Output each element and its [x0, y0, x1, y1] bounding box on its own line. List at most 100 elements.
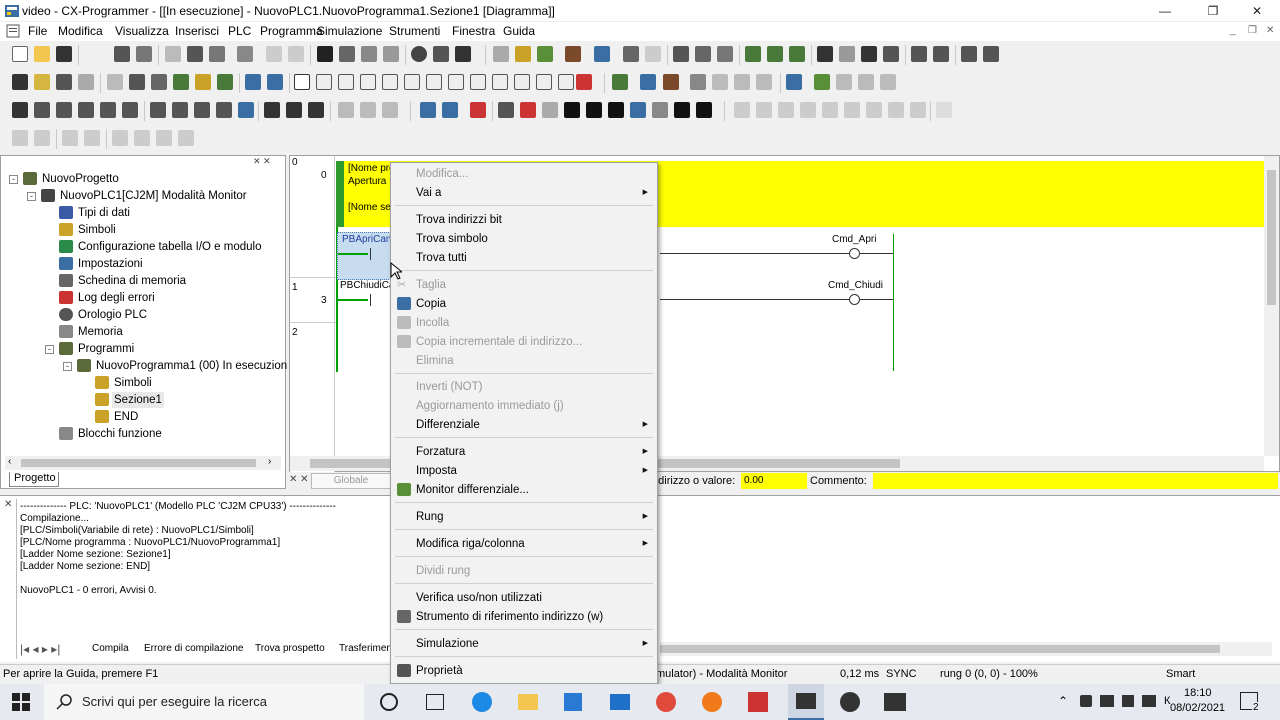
view-3-icon[interactable] [56, 102, 72, 118]
sim-step-icon[interactable] [608, 102, 624, 118]
firefox-icon[interactable] [702, 692, 722, 712]
output-tab-transfer[interactable]: Trasferimen [339, 643, 392, 654]
address-input[interactable]: 0.00 [741, 473, 807, 489]
menu-inserisci[interactable]: Inserisci [175, 24, 219, 38]
sim-tool-2-icon[interactable] [814, 74, 830, 90]
clipboard-icon[interactable] [237, 46, 253, 62]
menu-item-trova-indirizzi-bit[interactable]: Trova indirizzi bit [416, 212, 502, 228]
menu-item-trova-tutti[interactable]: Trova tutti [416, 250, 467, 266]
simulator-icon[interactable] [884, 693, 906, 711]
menu-file[interactable]: File [28, 24, 47, 38]
menu-item-vai-a[interactable]: Vai a ▶ [416, 185, 656, 201]
coil-icon[interactable] [448, 74, 464, 90]
menu-item-monitor-differenziale[interactable]: Monitor differenziale... [416, 482, 529, 498]
window-icon-4[interactable] [883, 46, 899, 62]
menu-finestra[interactable]: Finestra [452, 24, 495, 38]
online-edit-2-icon[interactable] [640, 74, 656, 90]
list-icon[interactable] [62, 130, 78, 146]
coil2-symbol[interactable] [849, 294, 860, 305]
sim-play-icon[interactable] [542, 102, 558, 118]
disabled-8-icon[interactable] [888, 102, 904, 118]
output-hscroll-thumb[interactable] [660, 645, 1220, 653]
menu-item-trova-simbolo[interactable]: Trova simbolo [416, 231, 488, 247]
tree-item-program-symbols[interactable]: Simboli [114, 375, 152, 391]
sim-tool-1-icon[interactable] [786, 74, 802, 90]
work-online-icon[interactable] [515, 46, 531, 62]
contact-no-icon[interactable] [316, 74, 332, 90]
copy-icon[interactable] [187, 46, 203, 62]
disabled-2-icon[interactable] [756, 102, 772, 118]
hand-icon[interactable] [498, 102, 514, 118]
menu-item-copia-incrementale[interactable]: Copia incrementale di indirizzo... [416, 334, 582, 350]
disabled-3-icon[interactable] [778, 102, 794, 118]
tool-icon-3[interactable] [961, 46, 977, 62]
zoom-out-icon[interactable] [56, 74, 72, 90]
tree-item-end[interactable]: END [114, 409, 138, 425]
menu-item-inverti[interactable]: Inverti (NOT) [416, 379, 482, 395]
step-3-icon[interactable] [382, 102, 398, 118]
zoom-icon[interactable] [12, 74, 28, 90]
expand-program-icon[interactable]: - [63, 362, 72, 371]
sim-break-icon[interactable] [520, 102, 536, 118]
menu-modifica[interactable]: Modifica [58, 24, 103, 38]
cut-icon[interactable] [165, 46, 181, 62]
tree-item-section1[interactable]: Sezione1 [112, 392, 164, 408]
restore-button[interactable]: ❐ [1190, 0, 1236, 22]
tree-hscroll[interactable]: ‹ › [5, 456, 281, 470]
menu-strumenti[interactable]: Strumenti [389, 24, 440, 38]
tray-chevron-icon[interactable]: ⌃ [1058, 694, 1068, 708]
cx-programmer-taskbar-button[interactable] [788, 684, 824, 720]
print-icon[interactable] [114, 46, 130, 62]
output-tab-compila[interactable]: Compila [92, 643, 129, 654]
select-mode-icon[interactable] [294, 74, 310, 90]
output-tab-nav[interactable]: |◂ ◂ ▸ ▸| [20, 642, 90, 658]
sim-step-out-icon[interactable] [652, 102, 668, 118]
print-preview-icon[interactable] [136, 46, 152, 62]
replace-icon[interactable] [339, 46, 355, 62]
mdi-close-icon[interactable]: ✕ [1266, 25, 1274, 36]
find-prev-icon[interactable] [383, 46, 399, 62]
online-edit-4-icon[interactable] [690, 74, 706, 90]
zoom-fit-icon[interactable] [78, 74, 94, 90]
rung-icon[interactable] [173, 74, 189, 90]
store-icon[interactable] [564, 693, 582, 711]
wire-icon[interactable] [536, 74, 552, 90]
window-icon-3[interactable] [861, 46, 877, 62]
app-red-icon[interactable] [748, 692, 768, 712]
grid-icon[interactable] [107, 74, 123, 90]
tree-item-symbols[interactable]: Simboli [78, 222, 116, 238]
online-edit-3-icon[interactable] [663, 74, 679, 90]
find-icon[interactable] [317, 46, 333, 62]
view-9-icon[interactable] [194, 102, 210, 118]
sim-icon-2[interactable] [767, 46, 783, 62]
plc-mode-icon[interactable] [594, 46, 610, 62]
task-view-icon[interactable] [426, 694, 444, 710]
view-8-icon[interactable] [172, 102, 188, 118]
tree-item-memory-card[interactable]: Schedina di memoria [78, 273, 186, 289]
view-5-icon[interactable] [100, 102, 116, 118]
menu-plc[interactable]: PLC [228, 24, 251, 38]
tab-globale[interactable]: Globale [311, 473, 391, 489]
contact-nc-icon[interactable] [338, 74, 354, 90]
menu-item-proprieta[interactable]: Proprietà [416, 663, 463, 679]
expand-root-icon[interactable]: - [9, 175, 18, 184]
menu-item-verifica-uso[interactable]: Verifica uso/non utilizzati [416, 590, 542, 606]
mnemonic-icon[interactable] [245, 74, 261, 90]
clock-date[interactable]: 08/02/2021 [1170, 702, 1225, 714]
tree-hscroll-thumb[interactable] [21, 459, 256, 467]
help-icon[interactable] [433, 46, 449, 62]
scroll-right-icon[interactable]: › [268, 456, 271, 467]
view-6-icon[interactable] [122, 102, 138, 118]
contact-ornc-icon[interactable] [382, 74, 398, 90]
program-mode-icon[interactable] [623, 46, 639, 62]
online-edit-5-icon[interactable] [712, 74, 728, 90]
tree-item-io-table[interactable]: Configurazione tabella I/O e modulo [78, 239, 261, 255]
clock-time[interactable]: 18:10 [1184, 687, 1212, 699]
sim-pause-icon[interactable] [586, 102, 602, 118]
tray-icon-3[interactable] [1122, 695, 1134, 707]
coil1-symbol[interactable] [849, 248, 860, 259]
compare-icon[interactable] [673, 46, 689, 62]
context-help-icon[interactable] [455, 46, 471, 62]
sim-run-3-icon[interactable] [470, 102, 486, 118]
disabled-7-icon[interactable] [866, 102, 882, 118]
